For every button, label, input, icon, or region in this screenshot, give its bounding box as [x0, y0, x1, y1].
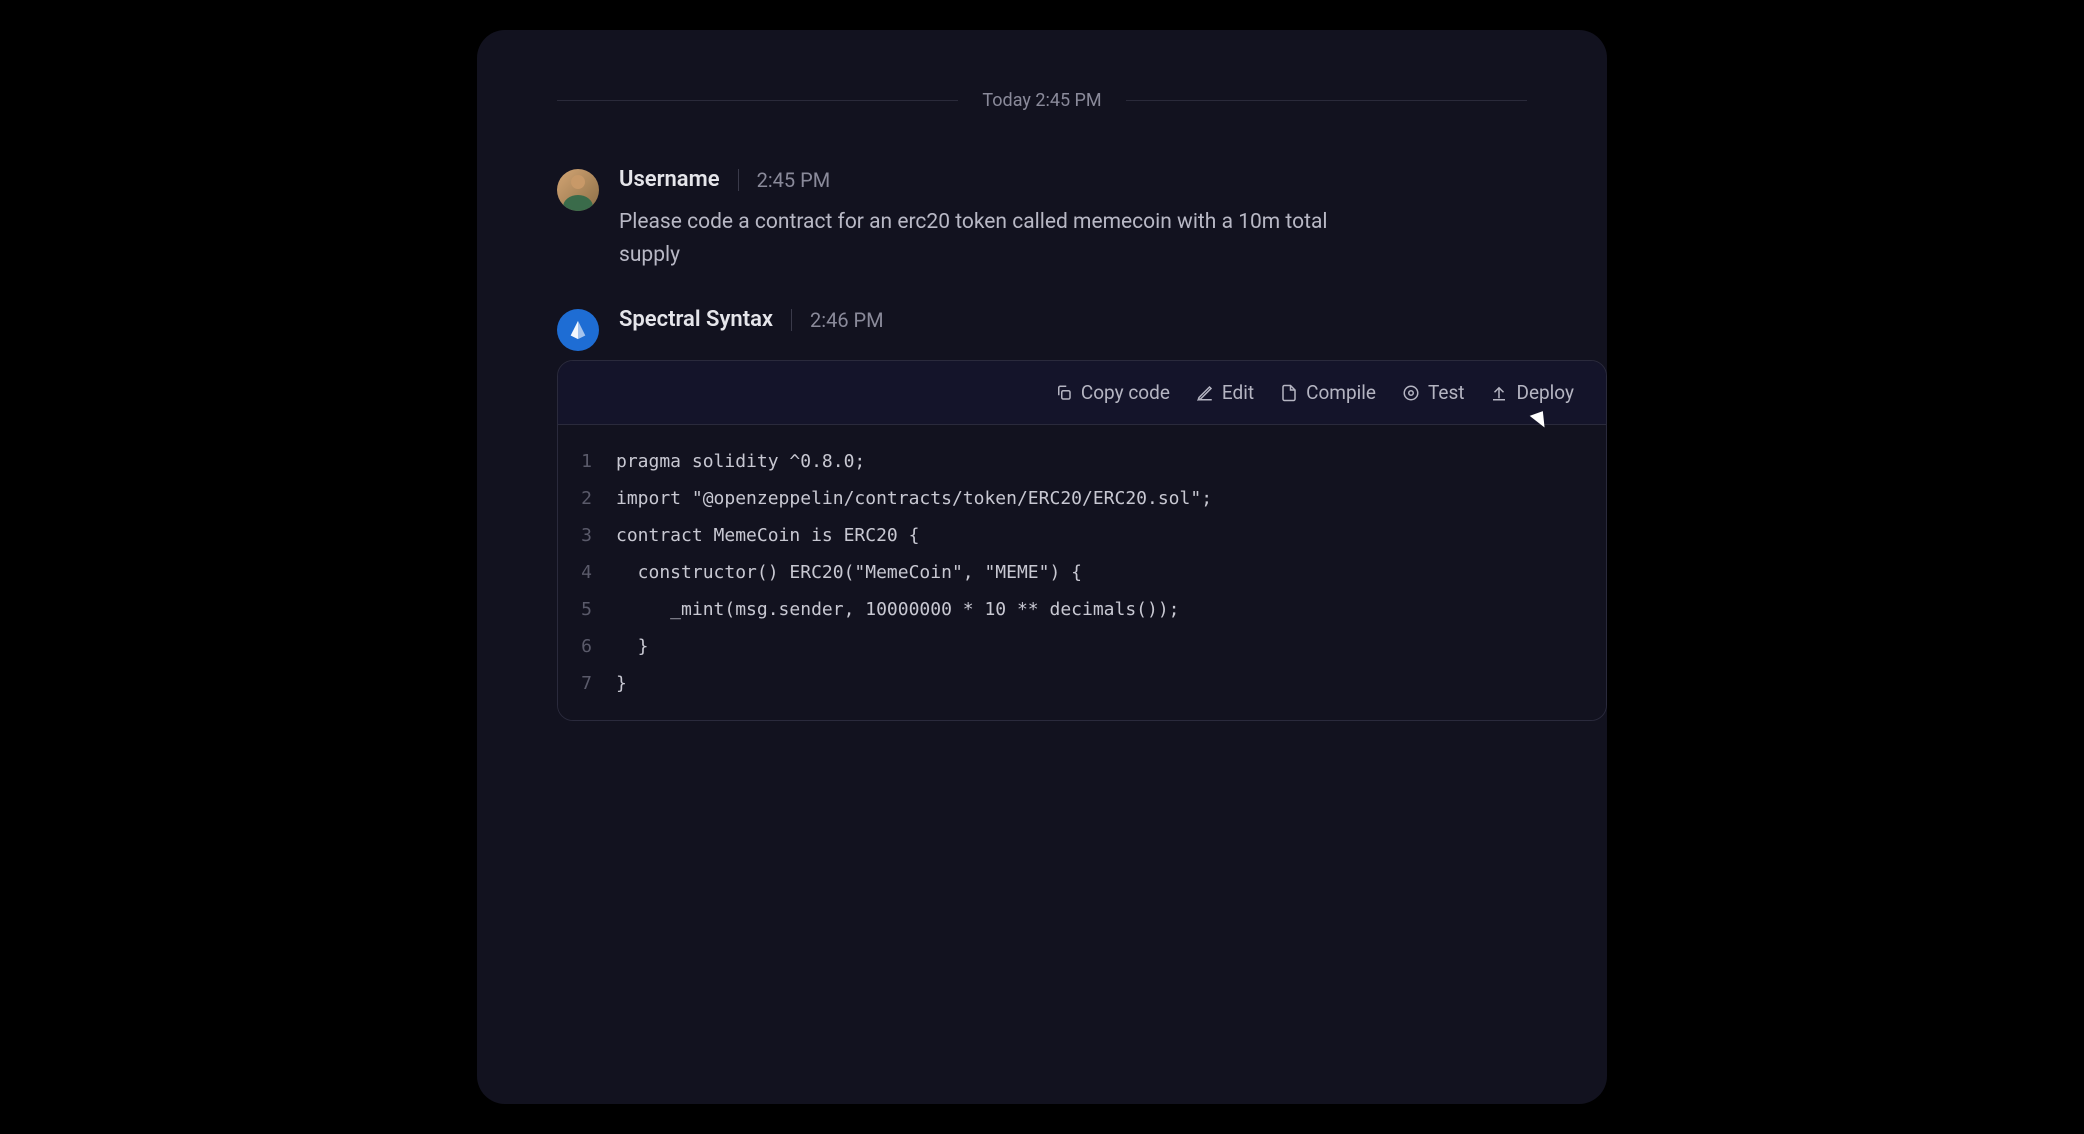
line-number: 2 — [558, 488, 616, 509]
line-content: constructor() ERC20("MemeCoin", "MEME") … — [616, 562, 1082, 583]
line-number: 6 — [558, 636, 616, 657]
code-line: 4 constructor() ERC20("MemeCoin", "MEME"… — [558, 554, 1606, 591]
message-author: Spectral Syntax — [619, 307, 773, 332]
line-number: 5 — [558, 599, 616, 620]
line-content: contract MemeCoin is ERC20 { — [616, 525, 919, 546]
test-label: Test — [1428, 381, 1465, 404]
test-button[interactable]: Test — [1402, 381, 1465, 404]
deploy-button[interactable]: Deploy — [1490, 381, 1574, 404]
code-line: 3 contract MemeCoin is ERC20 { — [558, 517, 1606, 554]
test-icon — [1402, 384, 1420, 402]
line-content: import "@openzeppelin/contracts/token/ER… — [616, 488, 1212, 509]
line-number: 3 — [558, 525, 616, 546]
code-line: 2 import "@openzeppelin/contracts/token/… — [558, 480, 1606, 517]
divider-text: Today 2:45 PM — [982, 90, 1101, 111]
edit-label: Edit — [1222, 381, 1254, 404]
date-divider: Today 2:45 PM — [557, 90, 1527, 111]
line-content: pragma solidity ^0.8.0; — [616, 451, 865, 472]
line-content: } — [616, 636, 649, 657]
edit-icon — [1196, 384, 1214, 402]
chat-panel: Today 2:45 PM Username 2:45 PM Please co… — [477, 30, 1607, 1104]
compile-button[interactable]: Compile — [1280, 381, 1376, 404]
bot-avatar[interactable] — [557, 309, 599, 351]
code-body[interactable]: 1 pragma solidity ^0.8.0; 2 import "@ope… — [558, 425, 1606, 720]
copy-code-button[interactable]: Copy code — [1055, 381, 1170, 404]
message-content: Username 2:45 PM Please code a contract … — [619, 167, 1527, 271]
message-header: Username 2:45 PM — [619, 167, 1527, 192]
code-block: Copy code Edit Compi — [557, 360, 1607, 721]
line-content: } — [616, 673, 627, 694]
line-number: 7 — [558, 673, 616, 694]
message-author: Username — [619, 167, 720, 192]
message-time: 2:46 PM — [810, 308, 884, 332]
code-line: 5 _mint(msg.sender, 10000000 * 10 ** dec… — [558, 591, 1606, 628]
copy-icon — [1055, 384, 1073, 402]
divider-line — [1126, 100, 1527, 101]
divider-line — [557, 100, 958, 101]
user-message: Username 2:45 PM Please code a contract … — [557, 167, 1527, 271]
copy-code-label: Copy code — [1081, 381, 1170, 404]
deploy-label: Deploy — [1516, 381, 1574, 404]
line-content: _mint(msg.sender, 10000000 * 10 ** decim… — [616, 599, 1180, 620]
bot-message: Spectral Syntax 2:46 PM Copy code — [557, 307, 1527, 721]
edit-button[interactable]: Edit — [1196, 381, 1254, 404]
message-time: 2:45 PM — [757, 168, 831, 192]
message-content: Spectral Syntax 2:46 PM Copy code — [619, 307, 1527, 721]
line-number: 1 — [558, 451, 616, 472]
message-header: Spectral Syntax 2:46 PM — [619, 307, 1527, 332]
code-line: 7 } — [558, 665, 1606, 702]
code-line: 1 pragma solidity ^0.8.0; — [558, 443, 1606, 480]
message-text: Please code a contract for an erc20 toke… — [619, 206, 1339, 271]
line-number: 4 — [558, 562, 616, 583]
prism-icon — [567, 319, 589, 341]
code-toolbar: Copy code Edit Compi — [558, 361, 1606, 425]
user-avatar[interactable] — [557, 169, 599, 211]
deploy-icon — [1490, 384, 1508, 402]
compile-label: Compile — [1306, 381, 1376, 404]
code-line: 6 } — [558, 628, 1606, 665]
header-separator — [791, 309, 792, 331]
header-separator — [738, 169, 739, 191]
compile-icon — [1280, 384, 1298, 402]
